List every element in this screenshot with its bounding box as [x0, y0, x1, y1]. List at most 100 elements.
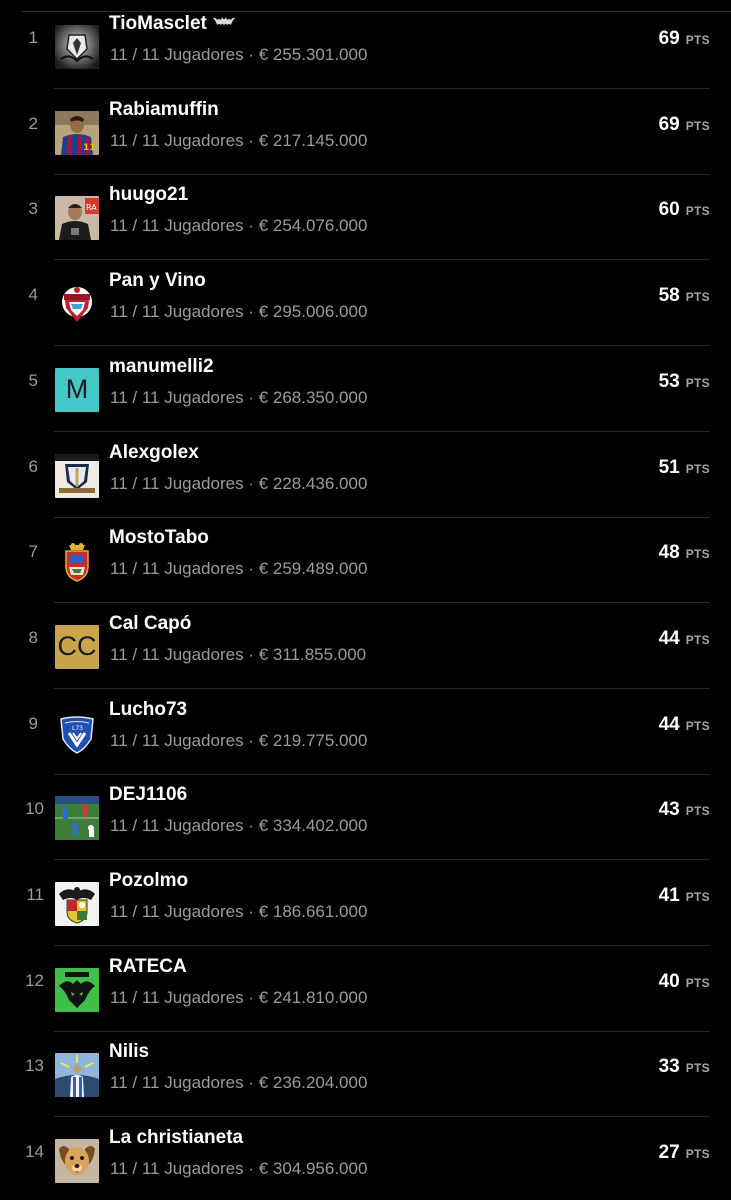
avatar[interactable]: L73 [55, 710, 99, 755]
rank-number: 7 [28, 542, 38, 562]
avatar[interactable] [55, 25, 99, 69]
points: 69 PTS [659, 28, 710, 50]
avatar[interactable] [55, 453, 99, 498]
rank-number: 4 [28, 285, 38, 305]
user-photo: RA [55, 196, 99, 241]
avatar[interactable] [55, 967, 99, 1012]
team-meta: 11 / 11 Jugadores · € 255.301.000 [110, 45, 367, 65]
team-meta: 11 / 11 Jugadores · € 228.436.000 [110, 474, 367, 494]
team-value: € 217.145.000 [258, 130, 368, 150]
standings-row[interactable]: 10 DEJ1106 11 / 11 Jugadores · € 334.402.0… [0, 775, 731, 861]
team-value: € 186.661.000 [258, 902, 368, 921]
team-name-text: Rabiamuffin [109, 98, 219, 120]
green-bat-logo-image [55, 967, 99, 1012]
points-unit: PTS [685, 718, 710, 733]
team-name[interactable]: Pozolmo [109, 870, 188, 892]
points-value: 44 [658, 627, 680, 649]
rank-number: 2 [28, 113, 38, 133]
squad-count: 11 / 11 Jugadores [110, 987, 244, 1007]
team-name[interactable]: huugo21 [109, 184, 188, 206]
points-unit: PTS [685, 890, 710, 904]
team-name[interactable]: DEJ1106 [109, 784, 187, 806]
standings-row[interactable]: 5 Mmanumelli2 11 / 11 Jugadores · € 268.35… [0, 347, 731, 432]
avatar[interactable]: M [55, 367, 99, 412]
team-value: € 255.301.000 [258, 45, 368, 64]
rank-number: 13 [25, 1056, 44, 1076]
squad-count: 11 / 11 Jugadores [110, 473, 244, 493]
standings-row[interactable]: 2 11 Rabiamuffin 11 / 11 Jugadores · € 217.… [0, 90, 731, 175]
meta-separator: · [243, 902, 259, 921]
standings-row[interactable]: 8 CC Cal Capó 11 / 11 Jugadores · € 311.855… [0, 604, 731, 689]
squad-count: 11 / 11 Jugadores [110, 130, 244, 150]
squad-count: 11 / 11 Jugadores [110, 45, 244, 64]
team-name[interactable]: Pan y Vino [109, 270, 206, 292]
team-name[interactable]: manumelli2 [109, 356, 214, 378]
team-name[interactable]: Rabiamuffin [109, 99, 219, 121]
blue-shield-image: L73 [55, 710, 99, 755]
points: 40 PTS [659, 971, 710, 993]
avatar[interactable] [55, 1139, 99, 1184]
points-unit: PTS [685, 632, 710, 647]
team-meta: 11 / 11 Jugadores · € 254.076.000 [110, 216, 367, 236]
team-name-text: Nilis [109, 1041, 150, 1063]
team-value: € 259.489.000 [258, 559, 368, 579]
meta-separator: · [243, 730, 259, 750]
points-value: 43 [658, 799, 680, 821]
standings-row[interactable]: 11 Pozolmo 11 / 11 Jugadores · € 186.661.0… [0, 861, 731, 946]
team-name-text: DEJ1106 [109, 784, 188, 806]
points-unit: PTS [685, 290, 710, 305]
rank-number: 10 [25, 799, 44, 819]
team-meta: 11 / 11 Jugadores · € 295.006.000 [110, 302, 367, 322]
team-meta: 11 / 11 Jugadores · € 334.402.000 [110, 816, 367, 836]
team-name-text: Cal Capó [109, 612, 192, 634]
team-name[interactable]: RATECA [109, 956, 187, 978]
avatar[interactable] [55, 282, 99, 327]
standings-row[interactable]: 4 Pan y Vino 11 / 11 Jugadores · € 295.006… [0, 261, 731, 347]
squad-count: 11 / 11 Jugadores [110, 559, 244, 579]
team-name[interactable]: MostoTabo [109, 527, 209, 549]
avatar[interactable] [55, 882, 99, 926]
team-value: € 236.204.000 [258, 1073, 368, 1093]
points: 41 PTS [659, 885, 710, 907]
avatar[interactable]: 11 [55, 110, 99, 155]
team-name[interactable]: Cal Capó [109, 613, 191, 635]
standings-row[interactable]: 13 Nilis 11 / 11 Jugadores · € 236.204.000… [0, 1032, 731, 1118]
avatar[interactable]: RA [55, 196, 99, 241]
standings-row[interactable]: 3 RA huugo21 11 / 11 Jugadores · € 254.076.… [0, 175, 731, 261]
points-unit: PTS [685, 118, 710, 133]
team-name[interactable]: TioMasclet [109, 13, 235, 35]
rank-number: 11 [26, 885, 44, 904]
red-crest-image [55, 282, 99, 327]
football-pitch-photo [55, 796, 99, 841]
team-meta: 11 / 11 Jugadores · € 311.855.000 [110, 645, 366, 665]
team-name[interactable]: Alexgolex [109, 442, 199, 464]
standings-row[interactable]: 1 TioMasclet 11 / 11 Jugadores · € 255.301… [0, 4, 731, 89]
standings-row[interactable]: 12 RATECA 11 / 11 Jugadores · € 241.810.00… [0, 947, 731, 1032]
team-name[interactable]: La christianeta [109, 1127, 243, 1149]
avatar[interactable]: CC [55, 624, 99, 669]
standings-row[interactable]: 6 Alexgolex 11 / 11 Jugadores · € 228.436.… [0, 433, 731, 518]
points: 44 PTS [659, 628, 710, 650]
standings-row[interactable]: 9 L73 Lucho73 11 / 11 Jugadores · € 219.775… [0, 690, 731, 775]
avatar[interactable] [55, 539, 99, 584]
team-meta: 11 / 11 Jugadores · € 259.489.000 [110, 559, 367, 579]
team-value: € 311.855.000 [258, 644, 367, 664]
points: 44 PTS [659, 714, 710, 736]
team-name[interactable]: Nilis [109, 1041, 149, 1063]
avatar[interactable] [55, 796, 99, 841]
points-unit: PTS [685, 204, 710, 219]
standings-row[interactable]: 7 MostoTabo 11 / 11 Jugadores · € 259.489.… [0, 518, 731, 604]
standings-row[interactable]: 14 La christianeta 11 / 11 Jugadores · € 3… [0, 1118, 731, 1200]
team-name-text: huugo21 [109, 184, 189, 206]
points-unit: PTS [685, 33, 710, 47]
team-name[interactable]: Lucho73 [109, 699, 187, 721]
team-meta: 11 / 11 Jugadores · € 186.661.000 [110, 902, 367, 922]
svg-text:11: 11 [83, 143, 96, 153]
avatar[interactable] [55, 1053, 99, 1098]
team-meta: 11 / 11 Jugadores · € 268.350.000 [110, 388, 367, 408]
meta-separator: · [243, 987, 259, 1007]
team-meta: 11 / 11 Jugadores · € 304.956.000 [110, 1159, 367, 1179]
squad-count: 11 / 11 Jugadores [110, 1073, 244, 1093]
points: 48 PTS [659, 542, 710, 564]
points-unit: PTS [685, 375, 710, 390]
